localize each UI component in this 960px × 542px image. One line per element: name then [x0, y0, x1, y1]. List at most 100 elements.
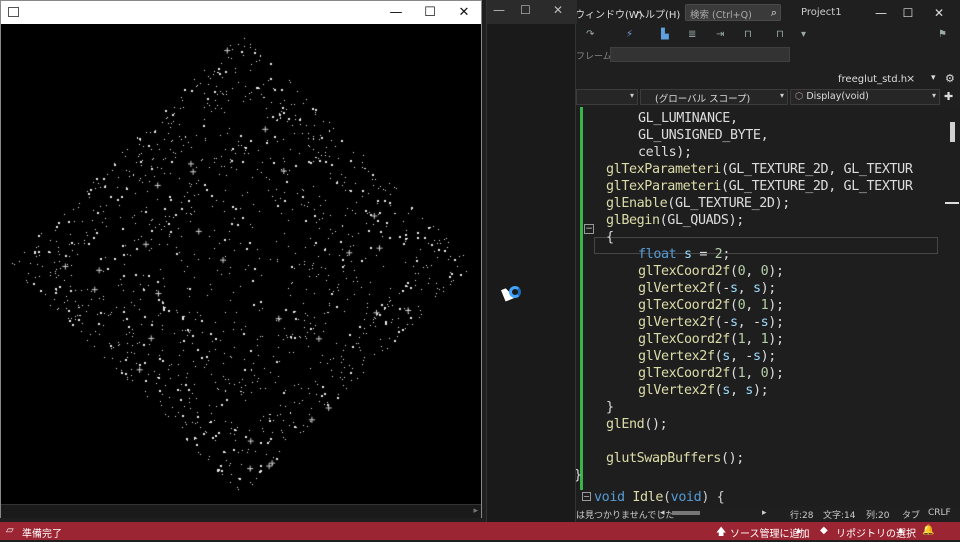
code-token: );	[752, 383, 769, 398]
chevron-up-icon[interactable]: ▴	[796, 525, 801, 536]
vs-toolbar: ↷ ⚡ ▙ ≣ ⇥ ⊓ ⊓ ▾ ⚑	[576, 26, 960, 46]
code-line: float s = 2;	[638, 246, 730, 263]
fold-collapse-icon[interactable]: −	[582, 492, 591, 501]
code-token: ,	[729, 383, 746, 398]
redo-icon[interactable]: ↷	[586, 29, 594, 40]
nav-project-combo[interactable]: ▾	[576, 89, 638, 105]
maximize-icon[interactable]: ☐	[520, 3, 531, 17]
tab-list-icon[interactable]: ▾	[931, 73, 936, 83]
code-token: s	[752, 349, 761, 364]
code-token: );	[768, 315, 784, 330]
code-token: ,	[737, 281, 753, 296]
code-token: glVertex2f	[638, 349, 715, 364]
menu-item-window[interactable]: ウィンドウ(W)	[575, 6, 643, 21]
maximize-icon[interactable]: ☐	[895, 2, 921, 24]
code-token: (-	[714, 281, 731, 296]
code-editor[interactable]: − GL_LUMINANCE, GL_UNSIGNED_BYTE, cells); g…	[576, 107, 960, 490]
chevron-up-icon[interactable]: ▴	[898, 525, 903, 536]
minimize-icon[interactable]: —	[379, 1, 413, 24]
close-icon[interactable]: ✕	[553, 3, 563, 17]
code-token: );	[768, 298, 784, 313]
code-token: Idle	[632, 490, 663, 505]
code-token: ();	[720, 451, 744, 466]
app-icon	[8, 7, 19, 17]
search-input[interactable]: 検索 (Ctrl+Q) ⌕	[685, 4, 781, 21]
minimize-icon[interactable]: —	[493, 3, 505, 17]
nav-scope-label: (グローバル スコープ)	[655, 94, 751, 105]
code-line: cells);	[638, 144, 692, 161]
bookmark-icon[interactable]: ⊓	[744, 29, 752, 40]
scroll-right-icon[interactable]: ▸	[473, 506, 478, 516]
code-token: ();	[644, 417, 668, 432]
frame-combo[interactable]	[610, 47, 790, 62]
repository-select-button[interactable]: リポジトリの選択	[836, 525, 916, 540]
code-token: );	[760, 349, 777, 364]
step-icon[interactable]: ▙	[661, 29, 669, 40]
code-token: glVertex2f	[638, 383, 715, 398]
scroll-left-icon[interactable]: ◂	[660, 508, 665, 518]
close-icon[interactable]: ✕	[447, 1, 481, 24]
change-tracking-bar	[580, 107, 583, 490]
code-line: }	[606, 399, 614, 416]
chevron-down-icon: ▾	[931, 91, 936, 100]
scrollbar-thumb[interactable]	[950, 122, 955, 142]
code-token: GL_UNSIGNED_BYTE,	[638, 128, 769, 143]
char-number[interactable]: 文字:14	[823, 508, 856, 521]
code-token: glTexParameteri	[606, 179, 721, 194]
code-token: );	[768, 366, 784, 381]
code-token: ) {	[701, 490, 725, 505]
code-token: s	[722, 349, 730, 364]
scroll-right-icon[interactable]: ▸	[762, 508, 767, 518]
code-token: (	[729, 264, 738, 279]
code-token: (GL_TEXTURE_2D, GL_TEXTUR	[720, 179, 913, 194]
debug-icon[interactable]: ⚡	[626, 29, 633, 40]
line-ending[interactable]: CRLF	[928, 508, 951, 518]
code-token: glBegin	[606, 213, 660, 228]
line-number[interactable]: 行:28	[790, 508, 814, 521]
hscroll-thumb[interactable]	[672, 511, 700, 515]
notification-bell-icon[interactable]: 🔔	[922, 525, 934, 536]
horizontal-scrollbar[interactable]: ▸	[1, 504, 481, 518]
upload-icon: 🡅	[716, 527, 727, 538]
toolbar-overflow-icon[interactable]: ▾	[801, 29, 806, 40]
tab-mode[interactable]: タブ	[902, 508, 920, 521]
code-token: (GL_TEXTURE_2D);	[667, 196, 790, 211]
code-token: (	[662, 490, 671, 505]
code-token: glTexCoord2f	[638, 264, 730, 279]
indent-icon[interactable]: ⇥	[716, 29, 724, 40]
frame-label: フレーム:	[576, 52, 615, 62]
code-token: ;	[722, 247, 730, 262]
code-line: }	[576, 467, 582, 484]
code-token: , -	[729, 349, 753, 364]
minimize-icon[interactable]: —	[868, 2, 894, 24]
code-token: );	[768, 264, 784, 279]
code-token: ,	[745, 332, 761, 347]
nav-function-combo[interactable]: ⬡ Display(void) ▾	[790, 89, 940, 105]
gear-icon[interactable]: ⚙	[945, 72, 955, 85]
comment-icon[interactable]: ≣	[688, 29, 696, 40]
code-line: glTexCoord2f(0, 0);	[638, 263, 784, 280]
menu-item-help[interactable]: ヘルプ(H)	[635, 6, 680, 21]
code-token: );	[760, 281, 777, 296]
code-token: glutSwapBuffers	[606, 451, 721, 466]
feedback-icon[interactable]: ⚑	[938, 29, 947, 40]
tab-close-icon[interactable]: ×	[906, 72, 915, 85]
editor-vertical-scrollbar[interactable]	[945, 107, 960, 490]
split-icon[interactable]: ✚	[944, 90, 953, 103]
maximize-icon[interactable]: ☐	[413, 1, 447, 24]
code-token: (	[729, 366, 738, 381]
fold-collapse-icon[interactable]: −	[584, 224, 594, 234]
code-token: glTexCoord2f	[638, 332, 730, 347]
tab-freeglut-std[interactable]: freeglut_std.h	[838, 74, 907, 85]
code-line: glBegin(GL_QUADS);	[606, 212, 744, 229]
close-icon[interactable]: ✕	[926, 2, 952, 24]
column-number[interactable]: 列:20	[866, 508, 890, 521]
nav-scope-combo[interactable]: (グローバル スコープ) ▾	[640, 89, 788, 105]
ready-status: 準備完了	[22, 529, 62, 540]
vs-debug-location-bar: フレーム:	[576, 46, 960, 66]
fractal-render-canvas[interactable]	[1, 24, 481, 504]
code-token: glTexCoord2f	[638, 366, 730, 381]
bookmark-next-icon[interactable]: ⊓	[776, 29, 784, 40]
code-token: ,	[745, 366, 761, 381]
